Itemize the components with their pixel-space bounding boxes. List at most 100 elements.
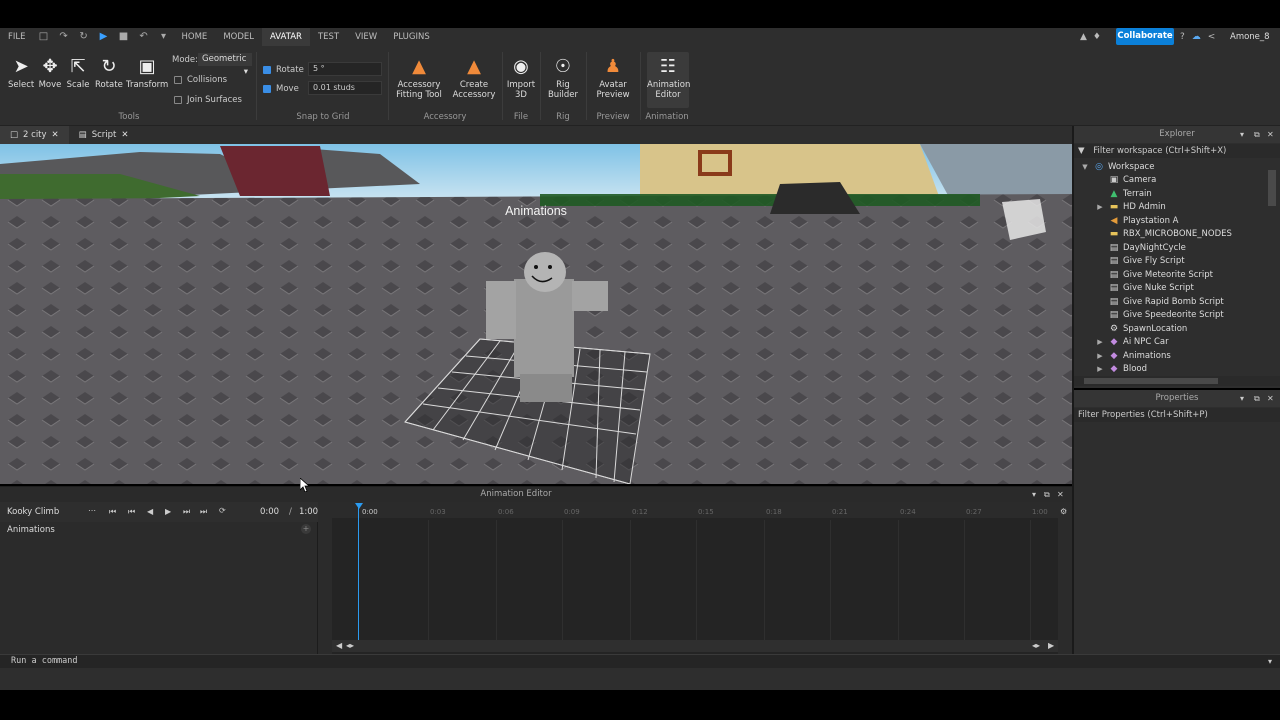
tab-2-city[interactable]: □ 2 city ✕ bbox=[0, 126, 69, 144]
tab-plugins[interactable]: PLUGINS bbox=[385, 28, 438, 46]
chevron-up-icon[interactable]: ▲ bbox=[1080, 32, 1087, 42]
explorer-item[interactable]: ▤ Give Meteorite Script bbox=[1095, 268, 1213, 281]
explorer-item[interactable]: ▲ Terrain bbox=[1095, 187, 1152, 200]
gear-icon[interactable]: ⚙ bbox=[1060, 507, 1067, 516]
chevron-down-icon[interactable]: ▼ bbox=[1080, 162, 1090, 172]
bell-icon[interactable]: ♦ bbox=[1093, 32, 1101, 42]
add-track-icon[interactable]: + bbox=[301, 524, 311, 534]
redo-icon[interactable]: ↻ bbox=[79, 32, 89, 42]
snap-rotate-input[interactable]: 5 ° bbox=[308, 62, 382, 76]
explorer-item[interactable]: ▤ Give Fly Script bbox=[1095, 255, 1185, 268]
track-row[interactable]: Animations + bbox=[0, 522, 318, 538]
help-icon[interactable]: ? bbox=[1180, 32, 1185, 42]
explorer-item[interactable]: ◀ Playstation A bbox=[1095, 214, 1179, 227]
move-tool-button[interactable]: ✥ Move bbox=[38, 54, 62, 91]
zoom-handle-icon[interactable]: ◂▸ bbox=[1032, 641, 1040, 650]
current-time-input[interactable]: 0:00 bbox=[260, 507, 279, 517]
more-options-icon[interactable]: ⋯ bbox=[88, 506, 96, 515]
explorer-item[interactable]: ▤ DayNightCycle bbox=[1095, 241, 1186, 254]
tab-model[interactable]: MODEL bbox=[215, 28, 262, 46]
total-time-input[interactable]: 1:00 bbox=[299, 507, 318, 517]
user-name[interactable]: Amone_8 bbox=[1230, 28, 1270, 46]
scroll-right-icon[interactable]: ▶ bbox=[1048, 641, 1054, 650]
animation-name[interactable]: Kooky Climb bbox=[7, 507, 59, 517]
explorer-item[interactable]: ▶ ◆ Ai NPC Car bbox=[1095, 336, 1168, 349]
explorer-filter-input[interactable]: ▼ Filter workspace (Ctrl+Shift+X) bbox=[1074, 144, 1280, 158]
join-surfaces-checkbox[interactable]: Join Surfaces bbox=[174, 95, 242, 105]
share-icon[interactable]: < bbox=[1208, 32, 1216, 42]
close-icon[interactable]: ✕ bbox=[1267, 126, 1274, 143]
step-forward-icon[interactable]: ⏭ bbox=[183, 507, 190, 517]
tab-view[interactable]: VIEW bbox=[347, 28, 385, 46]
tab-test[interactable]: TEST bbox=[310, 28, 347, 46]
import-3d-button[interactable]: ◉ Import 3D bbox=[506, 54, 536, 101]
explorer-scrollbar[interactable] bbox=[1268, 170, 1276, 206]
skip-end-icon[interactable]: ⏭ bbox=[200, 507, 207, 517]
explorer-item[interactable]: ▣ Camera bbox=[1095, 174, 1157, 187]
explorer-item[interactable]: ▼ ◎ Workspace bbox=[1080, 160, 1154, 173]
explorer-item[interactable]: ▶ ◆ Blood bbox=[1095, 363, 1147, 376]
chevron-right-icon[interactable]: ▶ bbox=[1095, 351, 1105, 361]
loop-icon[interactable]: ⟳ bbox=[219, 506, 226, 515]
cloud-icon[interactable]: ☁ bbox=[1192, 32, 1201, 42]
tab-home[interactable]: HOME bbox=[174, 28, 216, 46]
chevron-down-icon[interactable]: ▾ bbox=[159, 32, 169, 42]
step-back-icon[interactable]: ⏮ bbox=[128, 507, 135, 517]
chevron-right-icon[interactable]: ▶ bbox=[1095, 364, 1105, 374]
explorer-hscrollbar[interactable] bbox=[1074, 376, 1280, 386]
snap-move-checkbox[interactable]: Move bbox=[263, 84, 299, 94]
new-file-icon[interactable]: □ bbox=[39, 32, 49, 42]
chevron-down-icon[interactable]: ▾ bbox=[1268, 657, 1272, 666]
properties-filter-input[interactable]: Filter Properties (Ctrl+Shift+P) bbox=[1074, 408, 1280, 422]
explorer-item[interactable]: ⚙ SpawnLocation bbox=[1095, 322, 1187, 335]
collaborate-button[interactable]: Collaborate bbox=[1116, 28, 1174, 45]
hscroll-thumb[interactable] bbox=[1084, 378, 1218, 384]
rig-builder-button[interactable]: ☉ Rig Builder bbox=[546, 54, 580, 101]
explorer-item[interactable]: ▤ Give Rapid Bomb Script bbox=[1095, 295, 1224, 308]
chevron-down-icon[interactable]: ▾ bbox=[1240, 390, 1244, 407]
chevron-down-icon[interactable]: ▾ bbox=[1240, 126, 1244, 143]
zoom-handle-icon[interactable]: ◂▸ bbox=[346, 641, 354, 650]
explorer-item[interactable]: ▤ Give Speedeorite Script bbox=[1095, 309, 1224, 322]
undock-icon[interactable]: ⧉ bbox=[1044, 490, 1050, 500]
rotate-tool-button[interactable]: ↻ Rotate bbox=[95, 54, 123, 91]
mode-select[interactable]: Geometric ▾ bbox=[198, 53, 252, 77]
undock-icon[interactable]: ⧉ bbox=[1254, 126, 1260, 143]
avatar-preview-button[interactable]: ♟ Avatar Preview bbox=[594, 54, 632, 101]
command-input[interactable]: Run a command bbox=[11, 656, 78, 666]
undo-icon[interactable]: ↶ bbox=[139, 32, 149, 42]
explorer-item[interactable]: ▬ RBX_MICROBONE_NODES bbox=[1095, 228, 1232, 241]
3d-viewport[interactable]: Animations bbox=[0, 144, 1072, 484]
explorer-item[interactable]: ▤ Give Nuke Script bbox=[1095, 282, 1194, 295]
close-icon[interactable]: ✕ bbox=[1057, 490, 1064, 499]
play-icon[interactable]: ▶ bbox=[99, 32, 109, 42]
explorer-item[interactable]: ▶ ◆ Animations bbox=[1095, 349, 1170, 362]
close-icon[interactable]: ✕ bbox=[1267, 390, 1274, 407]
playhead[interactable] bbox=[358, 506, 359, 640]
timeline[interactable]: 0:00 0:03 0:06 0:09 0:12 0:15 0:18 0:21 … bbox=[332, 502, 1058, 654]
publish-icon[interactable]: ↷ bbox=[59, 32, 69, 42]
stop-icon[interactable]: ■ bbox=[119, 32, 129, 42]
command-bar[interactable]: Run a command ▾ bbox=[0, 654, 1280, 668]
accessory-fitting-tool-button[interactable]: ▲ Accessory Fitting Tool bbox=[394, 54, 444, 101]
chevron-right-icon[interactable]: ▶ bbox=[1095, 337, 1105, 347]
tab-script[interactable]: ▤ Script ✕ bbox=[69, 126, 139, 144]
chevron-down-icon[interactable]: ▾ bbox=[1032, 490, 1036, 499]
close-icon[interactable]: ✕ bbox=[121, 130, 128, 140]
file-menu[interactable]: FILE bbox=[0, 28, 34, 46]
snap-move-input[interactable]: 0.01 studs bbox=[308, 81, 382, 95]
transform-tool-button[interactable]: ▣ Transform bbox=[126, 54, 168, 91]
play-reverse-icon[interactable]: ◀ bbox=[147, 507, 153, 516]
snap-rotate-checkbox[interactable]: Rotate bbox=[263, 65, 304, 75]
collisions-checkbox[interactable]: Collisions bbox=[174, 75, 227, 85]
explorer-item[interactable]: ▶ ▬ HD Admin bbox=[1095, 201, 1165, 214]
create-accessory-button[interactable]: ▲ Create Accessory bbox=[452, 54, 496, 101]
play-icon[interactable]: ▶ bbox=[165, 507, 171, 516]
timeline-scrollbar[interactable]: ◀ ◂▸ ◂▸ ▶ bbox=[332, 640, 1058, 652]
close-icon[interactable]: ✕ bbox=[52, 130, 59, 140]
scale-tool-button[interactable]: ⇱ Scale bbox=[66, 54, 90, 91]
chevron-right-icon[interactable]: ▶ bbox=[1095, 202, 1105, 212]
select-tool-button[interactable]: ➤ Select bbox=[8, 54, 34, 91]
skip-start-icon[interactable]: ⏮ bbox=[109, 507, 116, 517]
playhead-handle[interactable] bbox=[355, 503, 363, 509]
